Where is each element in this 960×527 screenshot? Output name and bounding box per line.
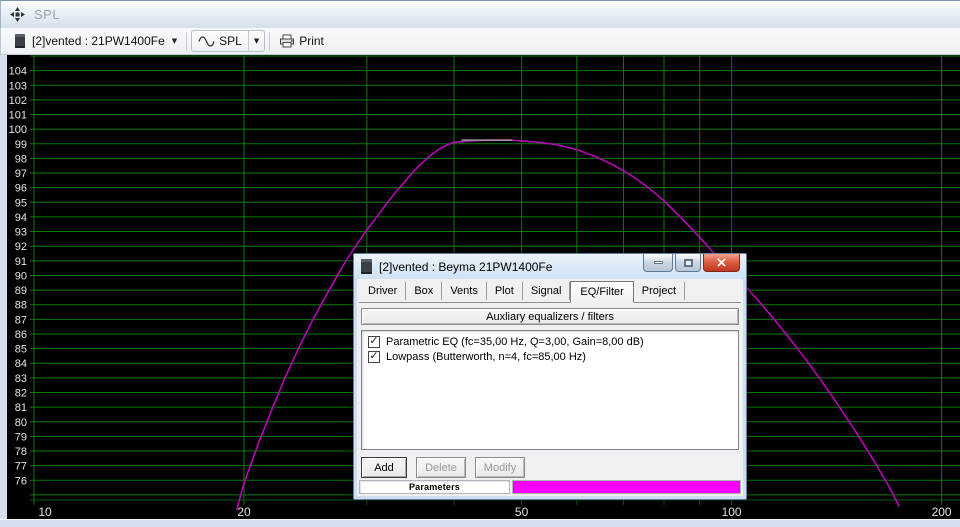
status-label: Parameters bbox=[359, 480, 510, 494]
checkbox-checked[interactable]: ✓ bbox=[368, 336, 380, 348]
y-axis-label: 101 bbox=[9, 110, 27, 122]
y-axis-label: 84 bbox=[15, 358, 27, 370]
checkbox-checked[interactable]: ✓ bbox=[368, 351, 380, 363]
project-dialog: [2]vented : Beyma 21PW1400Fe DriverBoxVe… bbox=[353, 253, 747, 500]
x-axis-label: 50 bbox=[515, 505, 529, 519]
status-bar: Parameters bbox=[359, 480, 741, 494]
filter-label: Parametric EQ (fc=35,00 Hz, Q=3,00, Gain… bbox=[386, 336, 644, 348]
dialog-titlebar[interactable]: [2]vented : Beyma 21PW1400Fe bbox=[354, 254, 746, 279]
x-axis-label: 100 bbox=[722, 505, 742, 519]
plot-type-dropdown[interactable]: ▼ bbox=[249, 31, 264, 51]
close-button[interactable] bbox=[703, 254, 740, 272]
dialog-body: DriverBoxVentsPlotSignalEQ/FilterProject… bbox=[357, 279, 743, 496]
y-axis-label: 94 bbox=[15, 212, 27, 224]
x-axis-label: 200 bbox=[932, 505, 952, 519]
project-selector-label: [2]vented : 21PW1400Fe bbox=[32, 34, 165, 48]
y-axis-label: 100 bbox=[9, 124, 27, 136]
tab-vents[interactable]: Vents bbox=[442, 282, 487, 300]
tab-box[interactable]: Box bbox=[406, 282, 442, 300]
filter-label: Lowpass (Butterworth, n=4, fc=85,00 Hz) bbox=[386, 351, 586, 363]
add-button[interactable]: Add bbox=[361, 457, 407, 478]
y-axis-label: 87 bbox=[15, 314, 27, 326]
y-axis-label: 81 bbox=[15, 402, 27, 414]
plot-type-label: SPL bbox=[219, 34, 242, 48]
modify-button: Modify bbox=[475, 457, 525, 478]
window-bottom-border bbox=[0, 519, 960, 527]
project-selector[interactable]: [2]vented : 21PW1400Fe ▼ bbox=[10, 31, 182, 52]
plot-type-group: SPL ▼ bbox=[191, 30, 265, 52]
chevron-down-icon: ▼ bbox=[254, 37, 259, 45]
caption-buttons bbox=[641, 254, 740, 272]
tab-signal[interactable]: Signal bbox=[523, 282, 571, 300]
y-axis-label: 99 bbox=[15, 139, 27, 151]
tab-driver[interactable]: Driver bbox=[360, 282, 406, 300]
checkmark-icon: ✓ bbox=[369, 351, 378, 361]
plot-type-button[interactable]: SPL bbox=[192, 31, 248, 51]
checkmark-icon: ✓ bbox=[369, 336, 378, 346]
aux-equalizers-button[interactable]: Auxliary equalizers / filters bbox=[361, 308, 739, 325]
toolbar-separator bbox=[269, 32, 270, 51]
printer-icon bbox=[279, 34, 295, 48]
x-axis-label: 20 bbox=[237, 505, 251, 519]
window-titlebar[interactable]: SPL bbox=[0, 0, 960, 28]
window-left-border bbox=[0, 55, 7, 527]
tab-eq-filter[interactable]: EQ/Filter bbox=[570, 281, 633, 303]
y-axis-label: 91 bbox=[15, 256, 27, 268]
window-title: SPL bbox=[34, 7, 60, 22]
delete-button: Delete bbox=[416, 457, 466, 478]
y-axis-label: 76 bbox=[15, 475, 27, 487]
project-icon bbox=[15, 34, 25, 48]
y-axis-label: 80 bbox=[15, 417, 27, 429]
print-label: Print bbox=[299, 34, 324, 48]
y-axis-label: 88 bbox=[15, 300, 27, 312]
y-axis-label: 92 bbox=[15, 241, 27, 253]
y-axis-label: 89 bbox=[15, 285, 27, 297]
y-axis-label: 96 bbox=[15, 183, 27, 195]
chevron-down-icon[interactable]: ▼ bbox=[172, 37, 177, 45]
minimize-icon bbox=[654, 261, 663, 264]
y-axis-label: 78 bbox=[15, 446, 27, 458]
print-button[interactable]: Print bbox=[274, 31, 329, 52]
move-icon bbox=[10, 7, 25, 22]
tab-project[interactable]: Project bbox=[634, 282, 685, 300]
y-axis-label: 90 bbox=[15, 270, 27, 282]
y-axis-label: 82 bbox=[15, 387, 27, 399]
y-axis-label: 104 bbox=[9, 66, 27, 78]
x-axis-label: 10 bbox=[38, 505, 52, 519]
filter-list-item[interactable]: ✓ Parametric EQ (fc=35,00 Hz, Q=3,00, Gai… bbox=[364, 334, 736, 349]
y-axis-label: 102 bbox=[9, 95, 27, 107]
dialog-title: [2]vented : Beyma 21PW1400Fe bbox=[379, 260, 552, 274]
maximize-button[interactable] bbox=[675, 254, 701, 272]
tab-plot[interactable]: Plot bbox=[487, 282, 523, 300]
dialog-icon bbox=[361, 259, 372, 274]
y-axis-label: 93 bbox=[15, 227, 27, 239]
filter-listbox[interactable]: ✓ Parametric EQ (fc=35,00 Hz, Q=3,00, Gai… bbox=[361, 330, 739, 450]
close-icon bbox=[717, 258, 726, 267]
y-axis-label: 85 bbox=[15, 344, 27, 356]
minimize-button[interactable] bbox=[643, 254, 673, 272]
y-axis-label: 95 bbox=[15, 197, 27, 209]
sine-wave-icon bbox=[198, 36, 215, 47]
y-axis-label: 77 bbox=[15, 461, 27, 473]
y-axis-label: 83 bbox=[15, 373, 27, 385]
y-axis-label: 86 bbox=[15, 329, 27, 341]
progress-bar bbox=[512, 480, 741, 494]
filter-list-item[interactable]: ✓ Lowpass (Butterworth, n=4, fc=85,00 Hz) bbox=[364, 349, 736, 364]
tab-bar: DriverBoxVentsPlotSignalEQ/FilterProject bbox=[359, 281, 741, 303]
y-axis-label: 97 bbox=[15, 168, 27, 180]
y-axis-label: 98 bbox=[15, 153, 27, 165]
y-axis-label: 103 bbox=[9, 80, 27, 92]
toolbar-separator bbox=[186, 32, 187, 51]
toolbar: [2]vented : 21PW1400Fe ▼ SPL ▼ bbox=[0, 28, 960, 55]
spl-plot-window: SPL [2]vented : 21PW1400Fe ▼ SPL ▼ bbox=[0, 0, 960, 527]
y-axis-label: 79 bbox=[15, 431, 27, 443]
dialog-button-row: Add Delete Modify bbox=[361, 457, 739, 478]
maximize-icon bbox=[684, 259, 693, 267]
